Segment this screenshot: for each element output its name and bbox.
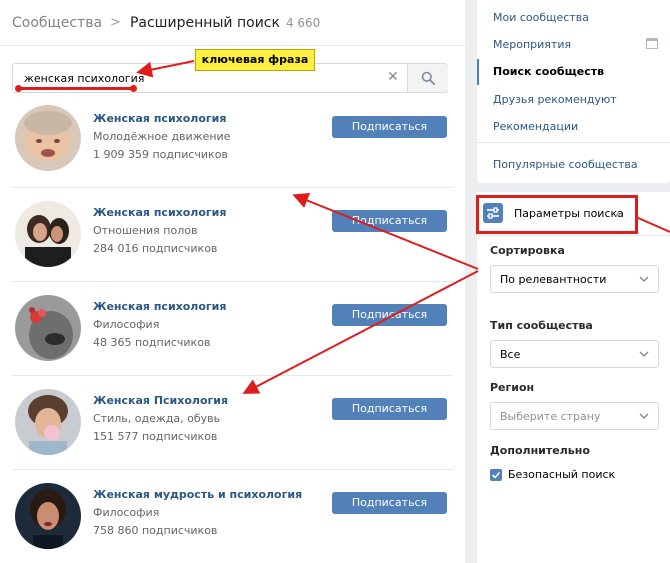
nav-divider: [477, 142, 670, 143]
search-button[interactable]: [408, 64, 448, 92]
subscribe-button[interactable]: Подписаться: [332, 398, 447, 420]
safe-search-label[interactable]: Безопасный поиск: [508, 468, 615, 481]
chevron-down-icon: [639, 413, 649, 419]
annotation-keyword-label: ключевая фраза: [195, 49, 315, 71]
community-name[interactable]: Женская Психология: [93, 394, 228, 407]
community-avatar[interactable]: [15, 201, 81, 267]
breadcrumb-separator-icon: >: [110, 15, 121, 30]
subscriber-count: 758 860 подписчиков: [93, 524, 218, 537]
list-item: Женская мудрость и психология Философия …: [0, 470, 465, 563]
sidebar-item-community-search[interactable]: Поиск сообществ: [493, 65, 604, 78]
region-placeholder: Выберите страну: [500, 410, 601, 423]
subscribe-button[interactable]: Подписаться: [332, 492, 447, 514]
community-type-label: Тип сообщества: [490, 319, 593, 332]
annotation-highlight-box: [476, 195, 638, 234]
calendar-icon[interactable]: [646, 38, 658, 49]
search-params-panel: Параметры поиска Сортировка По релевантн…: [477, 192, 670, 563]
active-indicator: [477, 59, 479, 85]
chevron-down-icon: [639, 351, 649, 357]
sort-value: По релевантности: [500, 273, 607, 286]
subscriber-count: 284 016 подписчиков: [93, 242, 218, 255]
check-icon: [491, 471, 501, 479]
page-header: Сообщества > Расширенный поиск 4 660: [0, 0, 465, 46]
community-avatar[interactable]: [15, 105, 81, 171]
annotation-underline: [18, 87, 134, 90]
community-avatar[interactable]: [15, 483, 81, 549]
annotation-dot: [130, 85, 137, 92]
subscriber-count: 1 909 359 подписчиков: [93, 148, 228, 161]
subscribe-button[interactable]: Подписаться: [332, 304, 447, 326]
sidebar-item-popular[interactable]: Популярные сообщества: [493, 158, 638, 171]
community-category: Философия: [93, 506, 160, 519]
breadcrumb-communities[interactable]: Сообщества: [12, 15, 102, 31]
community-name[interactable]: Женская психология: [93, 112, 226, 125]
region-label: Регион: [490, 381, 535, 394]
annotation-dot: [15, 85, 22, 92]
list-item: Женская психология Молодёжное движение 1…: [0, 94, 465, 188]
community-name[interactable]: Женская мудрость и психология: [93, 488, 302, 501]
list-item: Женская психология Отношения полов 284 0…: [0, 188, 465, 282]
search-input[interactable]: женская психология: [24, 72, 144, 85]
sidebar-item-events[interactable]: Мероприятия: [493, 38, 571, 51]
community-category: Стиль, одежда, обувь: [93, 412, 221, 425]
sidebar-item-recommendations[interactable]: Рекомендации: [493, 120, 578, 133]
sort-select[interactable]: По релевантности: [490, 265, 659, 293]
region-select[interactable]: Выберите страну: [490, 402, 659, 430]
subscriber-count: 48 365 подписчиков: [93, 336, 211, 349]
community-type-select[interactable]: Все: [490, 340, 659, 368]
close-icon[interactable]: ✕: [387, 69, 399, 85]
community-category: Философия: [93, 318, 160, 331]
extra-label: Дополнительно: [490, 444, 590, 457]
community-name[interactable]: Женская психология: [93, 300, 226, 313]
community-type-value: Все: [500, 348, 521, 361]
subscribe-button[interactable]: Подписаться: [332, 210, 447, 232]
sidebar-nav: Мои сообщества Мероприятия Поиск сообщес…: [477, 0, 670, 183]
sidebar-item-friends-recommend[interactable]: Друзья рекомендуют: [493, 93, 617, 106]
main-panel: Сообщества > Расширенный поиск 4 660 жен…: [0, 0, 465, 563]
community-category: Молодёжное движение: [93, 130, 231, 143]
chevron-down-icon: [639, 276, 649, 282]
community-avatar[interactable]: [15, 295, 81, 361]
sidebar-item-my-communities[interactable]: Мои сообщества: [493, 11, 589, 24]
subscribe-button[interactable]: Подписаться: [332, 116, 447, 138]
safe-search-checkbox[interactable]: [490, 469, 502, 481]
list-item: Женская психология Философия 48 365 подп…: [0, 282, 465, 376]
page-title: Расширенный поиск: [129, 14, 280, 31]
search-icon: [421, 71, 435, 85]
community-avatar[interactable]: [15, 389, 81, 455]
sort-label: Сортировка: [490, 244, 565, 257]
community-name[interactable]: Женская психология: [93, 206, 226, 219]
results-count: 4 660: [285, 15, 321, 30]
list-item: Женская Психология Стиль, одежда, обувь …: [0, 376, 465, 470]
subscriber-count: 151 577 подписчиков: [93, 430, 218, 443]
community-category: Отношения полов: [93, 224, 198, 237]
